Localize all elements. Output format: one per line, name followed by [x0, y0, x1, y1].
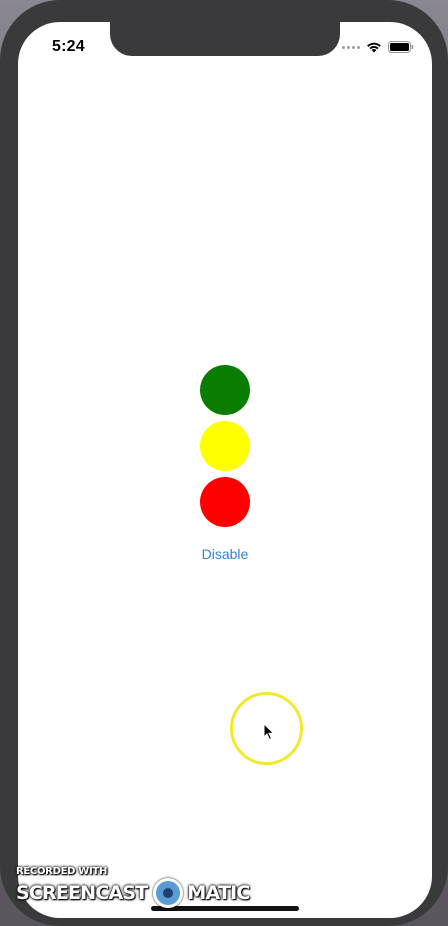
watermark-brand: SCREENCAST MATIC — [16, 878, 250, 908]
watermark-recorded-with: RECORDED WITH — [16, 866, 108, 877]
watermark-brand-right: MATIC — [187, 882, 250, 904]
battery-icon — [388, 41, 414, 53]
green-light — [200, 365, 250, 415]
watermark-brand-left: SCREENCAST — [16, 882, 148, 904]
mouse-pointer-icon — [263, 722, 275, 746]
traffic-light — [200, 365, 250, 527]
red-light — [200, 477, 250, 527]
disable-button[interactable]: Disable — [175, 546, 275, 562]
wifi-icon — [366, 41, 382, 53]
status-icons — [342, 40, 414, 54]
screencast-logo-icon — [153, 878, 184, 908]
notch — [110, 22, 340, 56]
phone-screen: 5:24 Disable — [18, 22, 432, 918]
yellow-light — [200, 421, 250, 471]
cellular-signal-icon — [342, 45, 360, 49]
status-time: 5:24 — [52, 38, 85, 55]
screencast-watermark: RECORDED WITH SCREENCAST MATIC — [16, 866, 250, 908]
